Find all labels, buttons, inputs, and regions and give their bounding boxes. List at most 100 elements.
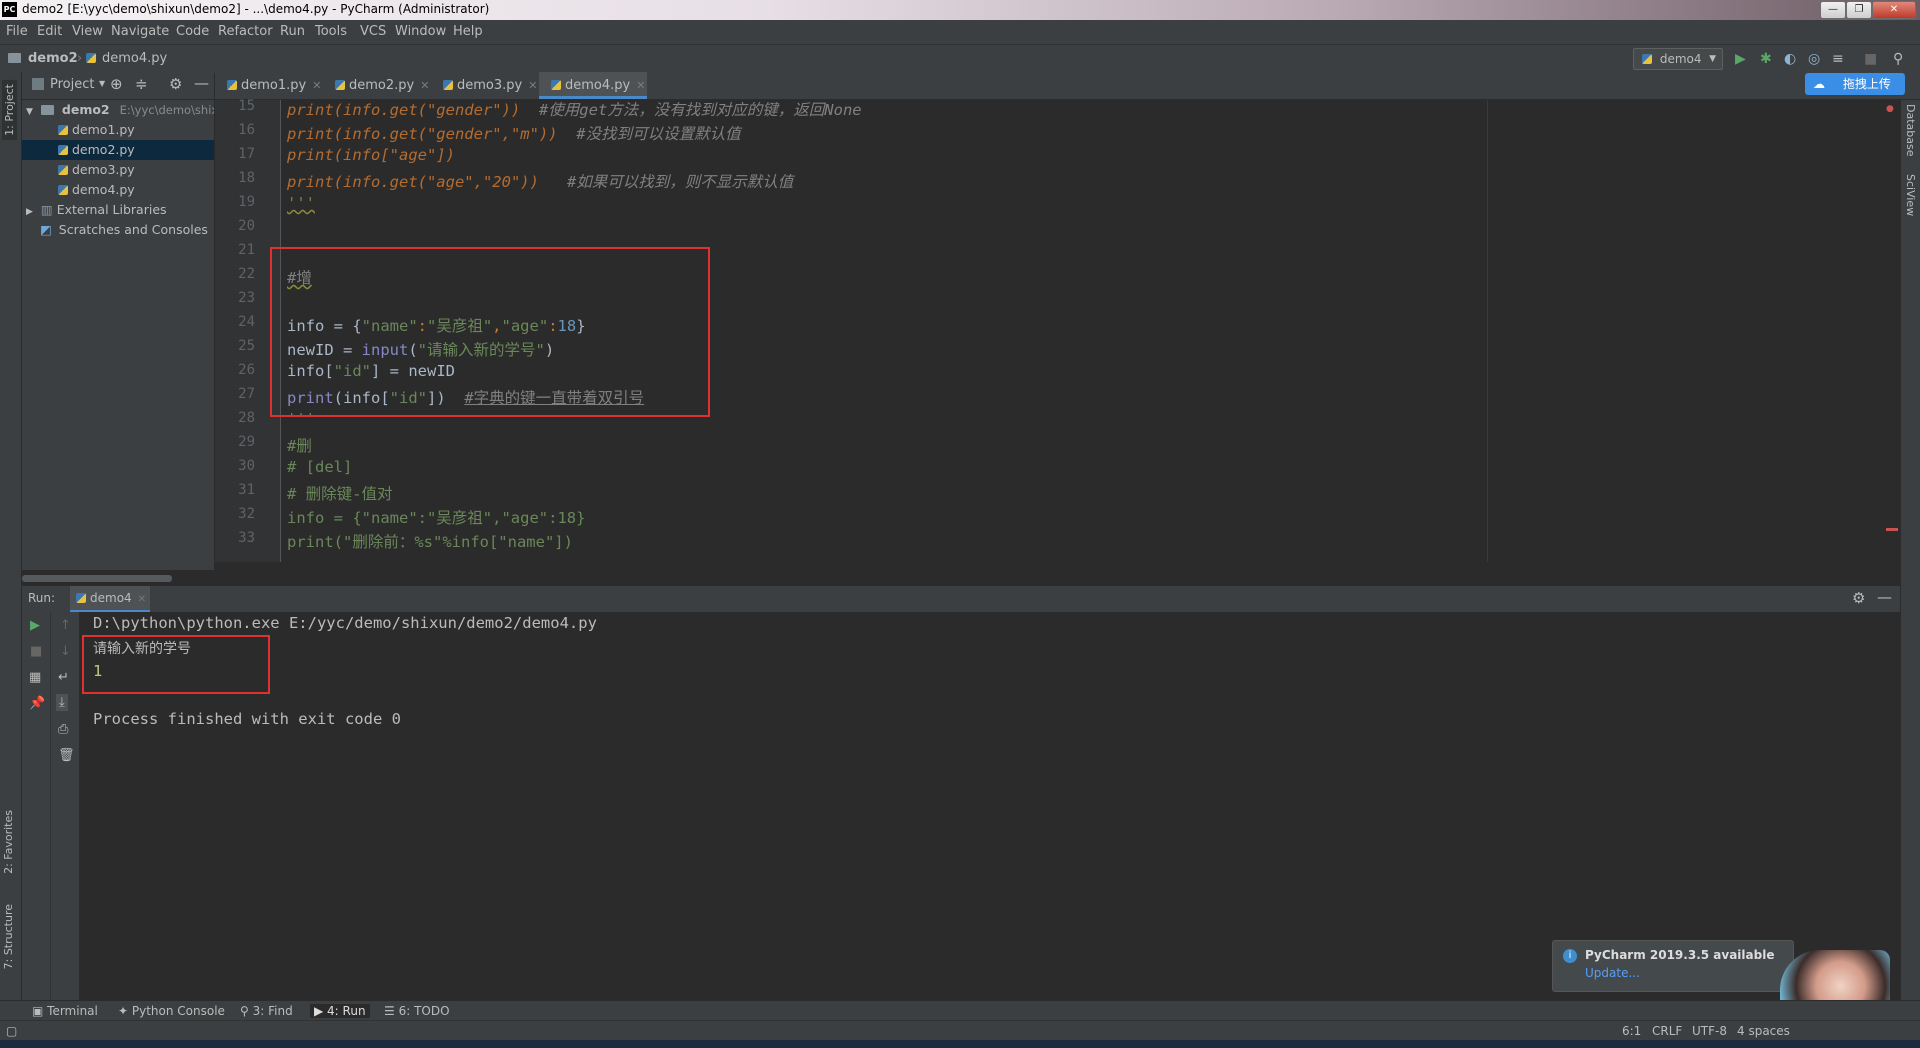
menu-edit[interactable]: Edit [37,24,62,39]
minimize-button[interactable]: — [1820,1,1846,19]
close-tab-icon[interactable]: ✕ [636,79,645,92]
tab-run[interactable]: ▶ 4: Run [310,1004,370,1018]
console-line-exit: Process finished with exit code 0 [93,710,401,728]
menu-window[interactable]: Window [395,24,446,39]
breadcrumb-file[interactable]: demo4.py [102,51,167,66]
favorites-tool-tab[interactable]: 2: Favorites [2,810,15,874]
tab-find[interactable]: ⚲ 3: Find [240,1004,293,1018]
run-configuration-dropdown[interactable]: demo4 ▼ [1633,48,1723,70]
python-file-icon [58,185,68,195]
update-notification[interactable]: i PyCharm 2019.3.5 available Update... [1552,940,1794,992]
scroll-to-end-icon[interactable]: ⤓ [56,694,68,711]
hide-panel-icon[interactable]: — [194,74,209,92]
gear-icon[interactable]: ⚙ [169,75,182,93]
profile-icon[interactable]: ◎ [1808,51,1820,67]
pin-icon[interactable]: 📌 [29,696,45,711]
status-caret-position[interactable]: 6:1 [1622,1024,1641,1038]
run-tab-demo4[interactable]: demo4 ✕ [70,586,150,612]
tree-item-demo3[interactable]: demo3.py [22,160,214,180]
close-tab-icon[interactable]: ✕ [420,79,429,92]
line-number: 33 [238,530,255,546]
close-tab-icon[interactable]: ✕ [312,79,321,92]
close-tab-icon[interactable]: ✕ [138,594,146,605]
search-icon[interactable]: ⚲ [1893,51,1903,67]
rerun-icon[interactable]: ▶ [30,618,40,633]
window-title-bar: PC demo2 [E:\yyc\demo\shixun\demo2] - ..… [0,0,1920,20]
project-tree: ▼ demo2 E:\yyc\demo\shixu demo1.py demo2… [22,100,214,570]
tab-python-console[interactable]: ✦ Python Console [118,1004,225,1018]
python-file-icon [227,80,237,90]
menu-view[interactable]: View [72,24,103,39]
menu-vcs[interactable]: VCS [360,24,386,39]
tree-item-label: Scratches and Consoles [58,222,208,237]
gear-icon[interactable]: ⚙ [1852,589,1865,607]
tree-root-demo2[interactable]: ▼ demo2 E:\yyc\demo\shixu [22,100,214,120]
stop-icon[interactable]: ■ [30,644,42,659]
menu-refactor[interactable]: Refactor [218,24,273,39]
menu-help[interactable]: Help [453,24,483,39]
concurrency-icon[interactable]: ≡ [1832,51,1844,67]
project-hscrollbar[interactable] [22,574,1920,583]
upload-button[interactable]: ☁ 拖拽上传 [1805,73,1905,95]
menu-navigate[interactable]: Navigate [111,24,169,39]
status-toggle-icon[interactable]: ▢ [6,1024,17,1038]
hide-panel-icon[interactable]: — [1877,588,1892,606]
line-number: 30 [238,458,255,474]
info-icon: i [1563,949,1577,963]
print-icon[interactable]: ⎙ [58,722,68,737]
status-indent[interactable]: 4 spaces [1737,1024,1790,1038]
line-number: 32 [238,506,255,522]
breadcrumb-project[interactable]: demo2 [28,51,78,66]
tab-todo[interactable]: ☰ 6: TODO [384,1004,450,1018]
collapse-all-icon[interactable]: ≑ [135,75,148,93]
tab-demo1[interactable]: demo1.py ✕ [215,72,335,99]
status-line-separator[interactable]: CRLF [1652,1024,1682,1038]
soft-wrap-icon[interactable]: ↵ [58,670,69,685]
notification-title: PyCharm 2019.3.5 available [1585,948,1775,962]
line-number: 23 [238,290,255,306]
project-tool-tab[interactable]: 1: Project [2,80,17,140]
trash-icon[interactable]: 🗑 [58,748,75,763]
tab-label: demo1.py [241,78,307,93]
tab-demo3[interactable]: demo3.py ✕ [431,72,551,99]
structure-tool-tab[interactable]: 7: Structure [2,904,15,969]
tree-item-external-libraries[interactable]: ▶ ▥ External Libraries [22,200,214,220]
sciview-tool-tab[interactable]: SciView [1904,174,1917,216]
code-line-33: print("删除前：%s"%info["name"]) [287,533,573,551]
maximize-button[interactable]: ❐ [1846,1,1872,19]
menu-tools[interactable]: Tools [315,24,347,39]
tab-demo2[interactable]: demo2.py ✕ [323,72,443,99]
coverage-icon[interactable]: ◐ [1784,51,1796,67]
tab-terminal[interactable]: ▣ Terminal [32,1004,98,1018]
tree-item-demo1[interactable]: demo1.py [22,120,214,140]
project-view-dropdown[interactable]: Project [50,77,94,92]
python-file-icon [335,80,345,90]
tree-item-demo4[interactable]: demo4.py [22,180,214,200]
line-number: 17 [238,146,255,162]
tree-item-scratches[interactable]: ◩ Scratches and Consoles [22,220,214,240]
arrow-down-icon[interactable]: ↓ [60,644,71,659]
layout-icon[interactable]: ▦ [29,670,41,685]
run-icon[interactable]: ▶ [1735,51,1746,67]
notification-update-link[interactable]: Update... [1585,966,1640,980]
line-number: 27 [238,386,255,402]
chevron-down-icon: ▼ [26,107,33,117]
line-number: 18 [238,170,255,186]
code-line-31: # 删除键-值对 [287,485,393,503]
arrow-up-icon[interactable]: ↑ [60,618,71,633]
locate-icon[interactable]: ⊕ [110,75,123,93]
status-encoding[interactable]: UTF-8 [1692,1024,1727,1038]
tab-demo4[interactable]: demo4.py ✕ [539,72,647,99]
python-file-icon [443,80,453,90]
menu-code[interactable]: Code [176,24,209,39]
tab-label: demo2.py [349,78,415,93]
close-tab-icon[interactable]: ✕ [528,79,537,92]
editor-scrollbar[interactable]: ● [1882,100,1898,562]
database-tool-tab[interactable]: Database [1904,104,1917,157]
close-window-button[interactable]: ✕ [1872,1,1916,19]
tree-item-demo2[interactable]: demo2.py [22,140,214,160]
stop-icon[interactable]: ■ [1864,51,1877,67]
menu-run[interactable]: Run [280,24,305,39]
menu-file[interactable]: File [6,24,28,39]
debug-icon[interactable]: ✱ [1760,51,1772,67]
